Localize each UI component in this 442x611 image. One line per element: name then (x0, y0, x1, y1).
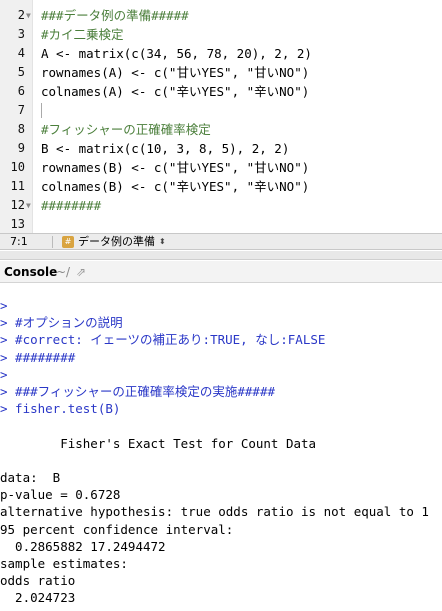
code-statement: rownames(B) <- c("甘いYES", "甘いNO") (41, 160, 310, 175)
console-output-line: sample estimates: (0, 556, 128, 571)
console-output-line: 0.2865882 17.2494472 (0, 538, 166, 554)
console-header: Console ~/ ⇗ (0, 261, 442, 283)
code-comment: #カイ二乗検定 (41, 27, 124, 42)
editor-line[interactable]: 3 #カイ二乗検定 (0, 25, 442, 44)
line-number: 12 (10, 198, 25, 212)
code-comment: #フィッシャーの正確確率検定 (41, 122, 211, 137)
line-number: 2 (17, 8, 25, 22)
code-statement: rownames(A) <- c("甘いYES", "甘いNO") (41, 65, 310, 80)
console-input-line: > (0, 298, 8, 313)
console-input-line: > (0, 366, 8, 382)
line-number: 6 (17, 84, 25, 98)
fold-toggle-icon[interactable]: ▼ (26, 12, 31, 20)
line-number: 10 (10, 160, 25, 174)
line-number: 13 (10, 217, 25, 231)
console-output[interactable]: > > #オプションの説明 > #correct: イェーツの補正あり:TRUE, … (0, 283, 442, 611)
console-input-line: > ###フィッシャーの正確確率検定の実施##### (0, 384, 276, 399)
line-number: 3 (17, 27, 25, 41)
line-number: 5 (17, 65, 25, 79)
editor-line[interactable]: 13 (0, 215, 442, 233)
code-statement: A <- matrix(c(34, 56, 78, 20), 2, 2) (41, 46, 312, 61)
console-output-line: 2.024723 (0, 590, 76, 606)
section-icon: # (62, 236, 74, 248)
section-navigator[interactable]: # データ例の準備 ⬍ (62, 235, 166, 249)
goto-directory-icon[interactable]: ⇗ (76, 264, 86, 280)
pane-splitter[interactable] (0, 251, 442, 260)
code-statement: colnames(A) <- c("辛いYES", "辛いNO") (41, 84, 310, 99)
console-output-line: 95 percent confidence interval: (0, 521, 234, 537)
console-output-line: data: B (0, 470, 61, 485)
fold-toggle-icon[interactable]: ▼ (26, 202, 31, 210)
line-number: 4 (17, 46, 25, 60)
line-number: 9 (17, 141, 25, 155)
console-output-line: Fisher's Exact Test for Count Data (0, 435, 317, 451)
code-comment: ###データ例の準備##### (41, 8, 189, 23)
text-cursor (41, 103, 42, 118)
console-input-line: > #オプションの説明 (0, 315, 123, 331)
console-input-line: > ######## (0, 349, 76, 365)
code-comment: ######## (41, 198, 102, 213)
editor-line[interactable]: 12 ▼ ######## (0, 196, 442, 215)
console-output-line: alternative hypothesis: true odds ratio … (0, 504, 429, 520)
editor-line[interactable]: 9 B <- matrix(c(10, 3, 8, 5), 2, 2) (0, 139, 442, 158)
editor-status-bar: 7:1 # データ例の準備 ⬍ (0, 233, 442, 250)
editor-line[interactable]: 6 colnames(A) <- c("辛いYES", "辛いNO") (0, 82, 442, 101)
cursor-position: 7:1 (10, 235, 28, 248)
editor-line[interactable]: 7 (0, 101, 442, 120)
status-divider (52, 236, 53, 248)
line-number: 11 (10, 179, 25, 193)
console-output-line: odds ratio (0, 573, 76, 589)
console-tab-title[interactable]: Console (4, 264, 57, 280)
editor-line[interactable]: 2 ▼ ###データ例の準備##### (0, 6, 442, 25)
editor-line[interactable]: 8 #フィッシャーの正確確率検定 (0, 120, 442, 139)
console-input-line: > #correct: イェーツの補正あり:TRUE, なし:FALSE (0, 332, 326, 348)
editor-line[interactable]: 11 colnames(B) <- c("辛いYES", "辛いNO") (0, 177, 442, 196)
working-directory: ~/ (56, 265, 71, 279)
code-editor[interactable]: 2 ▼ ###データ例の準備##### 3 #カイ二乗検定 4 A <- matrix(c(… (0, 0, 442, 233)
editor-line[interactable]: 5 rownames(A) <- c("甘いYES", "甘いNO") (0, 63, 442, 82)
console-input-line: > fisher.test(B) (0, 401, 121, 417)
chevron-down-icon: ⬍ (159, 237, 166, 246)
code-statement: colnames(B) <- c("辛いYES", "辛いNO") (41, 179, 310, 194)
console-output-line: p-value = 0.6728 (0, 487, 121, 503)
editor-line[interactable]: 10 rownames(B) <- c("甘いYES", "甘いNO") (0, 158, 442, 177)
code-statement: B <- matrix(c(10, 3, 8, 5), 2, 2) (41, 141, 290, 156)
line-number: 8 (17, 122, 25, 136)
section-label: データ例の準備 (78, 235, 155, 248)
line-number: 7 (17, 103, 25, 117)
editor-line[interactable]: 4 A <- matrix(c(34, 56, 78, 20), 2, 2) (0, 44, 442, 63)
